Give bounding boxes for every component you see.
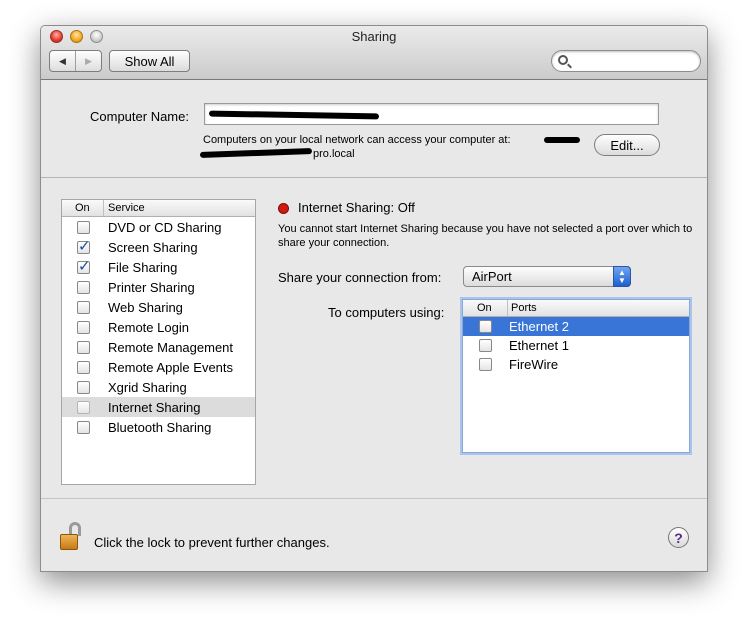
service-label: DVD or CD Sharing bbox=[108, 219, 222, 235]
redaction-mark bbox=[544, 137, 580, 143]
service-label: Remote Apple Events bbox=[108, 359, 234, 375]
service-label: Printer Sharing bbox=[108, 279, 195, 295]
internet-sharing-description: You cannot start Internet Sharing becaus… bbox=[278, 223, 693, 249]
service-label: Xgrid Sharing bbox=[108, 379, 187, 395]
help-button[interactable]: ? bbox=[668, 527, 689, 548]
sharing-window: Sharing ◀ ▶ Show All Computer Name: Comp… bbox=[40, 25, 708, 572]
port-checkbox[interactable] bbox=[479, 339, 492, 352]
share-from-popup[interactable]: AirPort ▲ ▼ bbox=[463, 266, 631, 287]
footer: Click the lock to prevent further change… bbox=[41, 500, 707, 571]
access-note: Computers on your local network can acce… bbox=[199, 133, 583, 161]
back-forward-control: ◀ ▶ bbox=[49, 50, 102, 72]
column-header-on[interactable]: On bbox=[463, 300, 508, 316]
search-icon bbox=[558, 55, 568, 65]
service-checkbox[interactable] bbox=[77, 257, 91, 275]
service-checkbox[interactable] bbox=[77, 220, 90, 234]
ports-list-header: On Ports bbox=[463, 300, 689, 317]
port-row[interactable]: FireWire bbox=[463, 355, 689, 374]
edit-button[interactable]: Edit... bbox=[594, 134, 660, 156]
service-checkbox[interactable] bbox=[77, 300, 90, 314]
service-checkbox[interactable] bbox=[77, 360, 90, 374]
popup-arrows-icon: ▲ ▼ bbox=[613, 266, 631, 287]
port-row[interactable]: Ethernet 2 bbox=[463, 317, 689, 336]
service-checkbox[interactable] bbox=[77, 400, 90, 414]
service-row[interactable]: DVD or CD Sharing bbox=[62, 217, 255, 237]
port-checkbox[interactable] bbox=[479, 358, 492, 371]
port-checkbox[interactable] bbox=[479, 320, 492, 333]
port-label: FireWire bbox=[509, 357, 559, 372]
port-label: Ethernet 2 bbox=[509, 319, 569, 334]
service-label: Web Sharing bbox=[108, 299, 183, 315]
column-header-service[interactable]: Service bbox=[104, 200, 145, 216]
toolbar: Sharing ◀ ▶ Show All bbox=[41, 26, 707, 80]
service-list-header: On Service bbox=[62, 200, 255, 217]
service-checkbox[interactable] bbox=[77, 280, 90, 294]
service-row[interactable]: Screen Sharing bbox=[62, 237, 255, 257]
column-header-on[interactable]: On bbox=[62, 200, 104, 216]
service-list: On Service DVD or CD Sharing Screen Shari… bbox=[61, 199, 256, 485]
lock-text: Click the lock to prevent further change… bbox=[94, 535, 330, 550]
service-label: Internet Sharing bbox=[108, 399, 201, 415]
service-checkbox[interactable] bbox=[77, 340, 90, 354]
lock-icon[interactable] bbox=[60, 522, 82, 550]
computer-name-label: Computer Name: bbox=[90, 109, 189, 124]
service-row[interactable]: Remote Login bbox=[62, 317, 255, 337]
service-label: Remote Login bbox=[108, 319, 189, 335]
search-field[interactable] bbox=[551, 50, 701, 72]
column-header-ports[interactable]: Ports bbox=[508, 300, 537, 316]
service-checkbox[interactable] bbox=[77, 380, 90, 394]
search-input[interactable] bbox=[572, 53, 692, 69]
sharing-settings-section: On Service DVD or CD Sharing Screen Shari… bbox=[41, 179, 707, 499]
service-row[interactable]: Remote Management bbox=[62, 337, 255, 357]
share-from-value: AirPort bbox=[472, 269, 512, 284]
computer-name-field[interactable] bbox=[204, 103, 659, 125]
redaction-mark bbox=[208, 110, 380, 120]
computer-name-section: Computer Name: Computers on your local n… bbox=[41, 81, 707, 178]
service-row[interactable]: Web Sharing bbox=[62, 297, 255, 317]
service-row[interactable]: Internet Sharing bbox=[62, 397, 255, 417]
share-from-label: Share your connection from: bbox=[278, 270, 442, 285]
service-checkbox[interactable] bbox=[77, 420, 90, 434]
window-title: Sharing bbox=[351, 29, 397, 44]
access-note-line1: Computers on your local network can acce… bbox=[203, 134, 511, 146]
port-label: Ethernet 1 bbox=[509, 338, 569, 353]
service-row[interactable]: Xgrid Sharing bbox=[62, 377, 255, 397]
back-arrow-icon[interactable]: ◀ bbox=[50, 51, 76, 71]
service-checkbox[interactable] bbox=[77, 320, 90, 334]
service-row[interactable]: Printer Sharing bbox=[62, 277, 255, 297]
status-indicator-icon bbox=[278, 203, 289, 214]
service-label: File Sharing bbox=[108, 259, 178, 275]
service-row[interactable]: File Sharing bbox=[62, 257, 255, 277]
ports-list: On Ports Ethernet 2 Ethernet 1 FireWire bbox=[462, 299, 690, 453]
forward-arrow-icon[interactable]: ▶ bbox=[76, 51, 101, 71]
service-label: Bluetooth Sharing bbox=[108, 419, 212, 435]
service-row[interactable]: Bluetooth Sharing bbox=[62, 417, 255, 437]
service-row[interactable]: Remote Apple Events bbox=[62, 357, 255, 377]
show-all-button[interactable]: Show All bbox=[109, 50, 190, 72]
to-computers-label: To computers using: bbox=[328, 305, 445, 320]
service-label: Screen Sharing bbox=[108, 239, 198, 255]
internet-sharing-status: Internet Sharing: Off bbox=[298, 200, 415, 215]
service-label: Remote Management bbox=[108, 339, 234, 355]
port-row[interactable]: Ethernet 1 bbox=[463, 336, 689, 355]
service-checkbox[interactable] bbox=[77, 237, 91, 255]
